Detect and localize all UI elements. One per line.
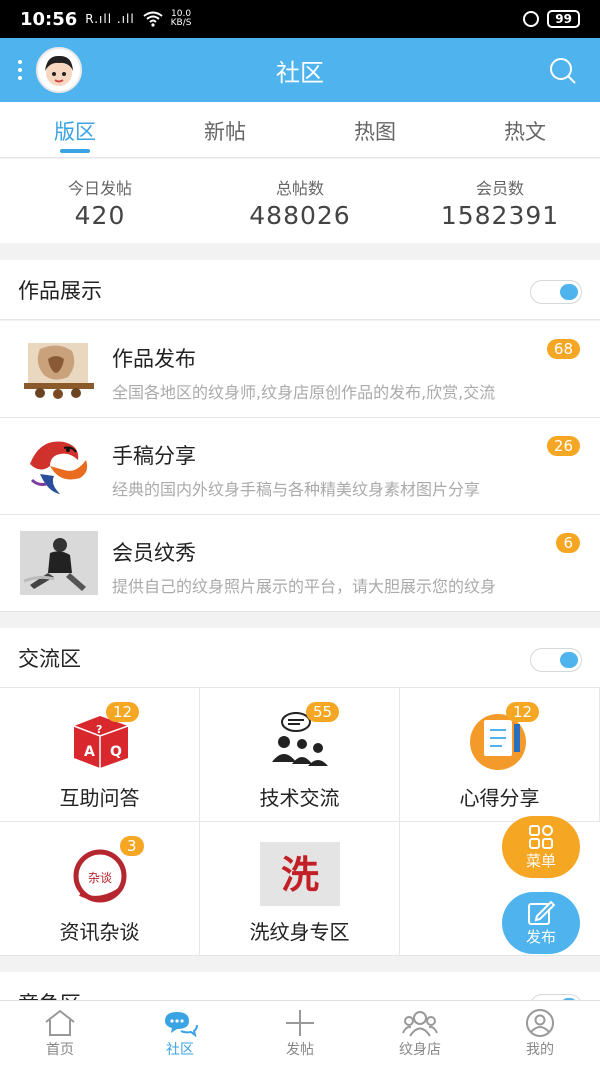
wifi-icon [143,11,163,27]
section-title: 作品展示 [18,278,102,303]
grid-menu-icon [529,824,553,849]
section-header-exchange: 交流区 [0,628,600,688]
talk-logo-text: 杂谈 [88,871,112,885]
avatar[interactable] [36,47,82,93]
board-removal[interactable]: 洗 洗纹身专区 [200,822,400,956]
list-item-works-publish[interactable]: 作品发布 全国各地区的纹身师,纹身店原创作品的发布,欣赏,交流 68 [0,321,600,418]
stat-total-posts: 总帖数 488026 [200,159,400,243]
section-title: 交流区 [18,646,81,671]
plus-icon [286,1010,314,1036]
user-profile-icon [526,1009,554,1037]
board-tech[interactable]: 55 技术交流 [200,688,400,822]
stat-label: 会员数 [475,179,524,198]
board-label: 技术交流 [259,786,340,810]
section-toggle[interactable] [530,280,582,304]
wash-sign-text: 洗 [281,852,319,897]
item-desc: 经典的国内外纹身手稿与各种精美纹身素材图片分享 [112,480,481,499]
edit-icon [528,900,555,925]
board-label: 洗纹身专区 [249,920,350,944]
signal-icon: R.ıll .ıll [85,12,135,26]
thumbnail-image [20,434,98,498]
count-badge: 55 [306,702,340,722]
menu-fab-button[interactable]: 菜单 [502,816,580,878]
stat-label: 今日发帖 [67,179,132,198]
board-label: 资讯杂谈 [59,920,140,944]
nav-home[interactable]: 首页 [0,1001,120,1067]
item-name: 会员纹秀 [112,541,196,565]
fab-label: 菜单 [525,851,556,870]
item-name: 手稿分享 [112,444,196,468]
stat-value: 1582391 [440,201,560,230]
item-name: 作品发布 [112,347,196,371]
nav-label: 我的 [526,1042,554,1058]
stat-today-posts: 今日发帖 420 [0,159,200,243]
nav-label: 发帖 [286,1042,314,1058]
count-badge: 12 [506,702,540,722]
item-desc: 全国各地区的纹身师,纹身店原创作品的发布,欣赏,交流 [112,383,496,402]
people-group-icon [402,1011,438,1037]
bottom-nav: 首页 社区 发帖 纹身店 我的 [0,1000,600,1067]
home-icon [45,1009,75,1036]
cube-letter-question: ? [96,723,102,736]
count-badge: 12 [106,702,140,722]
status-bar: 10:56 R.ıll .ıll 10.0 KB/S 99 [0,0,600,38]
net-speed-unit: KB/S [170,18,192,28]
stat-members: 会员数 1582391 [400,159,600,243]
battery-icon: 99 [547,10,580,28]
wash-sign-icon: 洗 [260,842,340,906]
status-time: 10:56 [20,8,78,30]
net-speed: 10.0 KB/S [171,10,192,28]
fab-label: 发布 [525,927,556,946]
stat-label: 总帖数 [275,179,324,198]
cube-letter-a: A [84,744,95,760]
post-fab-button[interactable]: 发布 [502,892,580,954]
thumbnail-image [20,531,98,595]
tab-hot-images[interactable]: 热图 [300,102,450,157]
avatar-face-icon [45,55,73,86]
board-label: 心得分享 [459,786,540,810]
thumbnail-image [20,337,98,401]
nav-post[interactable]: 发帖 [240,1001,360,1067]
stats-panel: 今日发帖 420 总帖数 488026 会员数 1582391 [0,159,600,243]
nav-shops[interactable]: 纹身店 [360,1001,480,1067]
list-item-member-show[interactable]: 会员纹秀 提供自己的纹身照片展示的平台，请大胆展示您的纹身 6 [0,515,600,612]
board-qa[interactable]: A ? Q 12 互助问答 [0,688,200,822]
stat-value: 420 [74,201,126,230]
chat-bubbles-icon [165,1012,198,1037]
count-badge: 26 [546,436,580,456]
search-icon[interactable] [548,56,578,86]
nav-label: 社区 [166,1042,194,1058]
nav-me[interactable]: 我的 [480,1001,600,1067]
tab-boards[interactable]: 版区 [0,102,150,157]
lock-icon [523,11,540,27]
board-experience[interactable]: 12 心得分享 [400,688,600,822]
count-badge: 68 [546,339,580,359]
top-tabs: 版区 新帖 热图 热文 [0,102,600,158]
tab-new-posts[interactable]: 新帖 [150,102,300,157]
board-label: 互助问答 [59,786,140,810]
item-desc: 提供自己的纹身照片展示的平台，请大胆展示您的纹身 [112,577,497,596]
list-item-sketch-share[interactable]: 手稿分享 经典的国内外纹身手稿与各种精美纹身素材图片分享 26 [0,418,600,515]
more-menu-icon[interactable] [14,60,26,80]
page-title: 社区 [276,58,324,87]
count-badge: 3 [120,836,144,856]
nav-label: 首页 [46,1042,74,1058]
section-header-showcase: 作品展示 [0,260,600,320]
board-news[interactable]: 杂谈 3 资讯杂谈 [0,822,200,956]
nav-label: 纹身店 [399,1042,441,1058]
cube-letter-q: Q [110,744,122,760]
section-toggle[interactable] [530,648,582,672]
app-bar: 社区 [0,38,600,102]
count-badge: 6 [556,533,580,553]
stat-value: 488026 [249,201,351,230]
nav-community[interactable]: 社区 [120,1001,240,1067]
tab-hot-articles[interactable]: 热文 [450,102,600,157]
